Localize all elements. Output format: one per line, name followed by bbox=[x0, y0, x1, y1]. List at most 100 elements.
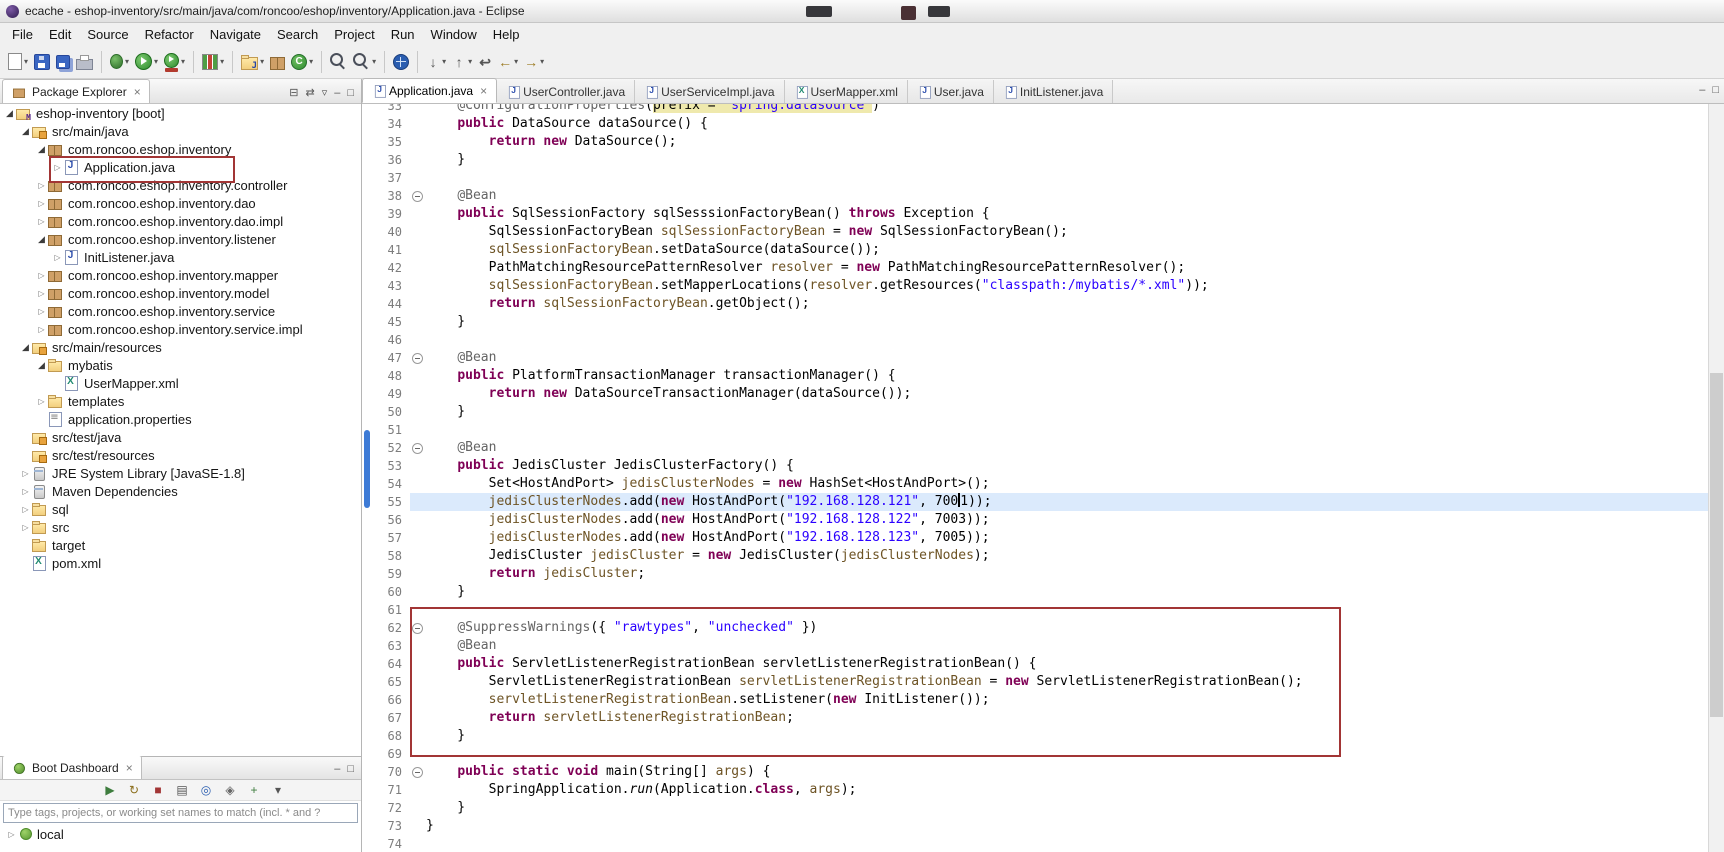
code-line[interactable]: 42 PathMatchingResourcePatternResolver r… bbox=[370, 259, 1709, 277]
maximize-view-icon[interactable]: □ bbox=[347, 87, 354, 99]
scrollbar-thumb[interactable] bbox=[1710, 373, 1723, 718]
add-launch-button[interactable]: + bbox=[244, 781, 264, 799]
twistie-icon[interactable]: ▷ bbox=[36, 289, 47, 298]
minimize-editor-icon[interactable]: – bbox=[1699, 84, 1705, 96]
code-line[interactable]: 74 bbox=[370, 835, 1709, 852]
tree-item-src-test-resources[interactable]: src/test/resources bbox=[0, 446, 361, 464]
menu-help[interactable]: Help bbox=[485, 25, 528, 44]
tab-application-java[interactable]: Application.java × bbox=[362, 78, 498, 103]
code-line[interactable]: 40 SqlSessionFactoryBean sqlSessionFacto… bbox=[370, 223, 1709, 241]
filter-tags-button[interactable]: ◈ bbox=[220, 781, 240, 799]
package-explorer-tab[interactable]: Package Explorer × bbox=[2, 79, 150, 103]
tab-userserviceimpl-java[interactable]: UserServiceImpl.java bbox=[635, 80, 785, 103]
twistie-icon[interactable]: ◢ bbox=[4, 108, 15, 119]
link-with-editor-icon[interactable]: ⇄ bbox=[305, 86, 314, 99]
tree-item-application-properties[interactable]: application.properties bbox=[0, 410, 361, 428]
tree-item-com-roncoo-eshop-inventory-controller[interactable]: ▷ com.roncoo.eshop.inventory.controller bbox=[0, 176, 361, 194]
editor-scrollbar[interactable] bbox=[1708, 104, 1724, 852]
run-external-tools-button[interactable]: ▾ bbox=[161, 49, 188, 75]
close-view-icon[interactable]: × bbox=[126, 761, 133, 775]
code-line[interactable]: 34 public DataSource dataSource() { bbox=[370, 115, 1709, 133]
tree-item-com-roncoo-eshop-inventory-dao[interactable]: ▷ com.roncoo.eshop.inventory.dao bbox=[0, 194, 361, 212]
minimize-view-icon[interactable]: – bbox=[334, 763, 340, 775]
tree-item-src-test-java[interactable]: src/test/java bbox=[0, 428, 361, 446]
window-control-blob[interactable] bbox=[806, 6, 832, 17]
tree-item-initlistener-java[interactable]: ▷ InitListener.java bbox=[0, 248, 361, 266]
code-line[interactable]: 46 bbox=[370, 331, 1709, 349]
stop-button[interactable]: ■ bbox=[148, 781, 168, 799]
open-browser-button[interactable]: ◎ bbox=[196, 781, 216, 799]
save-all-button[interactable] bbox=[53, 49, 73, 75]
tree-item-application-java[interactable]: ▷ Application.java bbox=[0, 158, 361, 176]
code-line[interactable]: 35 return new DataSource(); bbox=[370, 133, 1709, 151]
code-line[interactable]: 48 public PlatformTransactionManager tra… bbox=[370, 367, 1709, 385]
tree-item-pom-xml[interactable]: pom.xml bbox=[0, 554, 361, 572]
code-line[interactable]: 58 JedisCluster jedisCluster = new Jedis… bbox=[370, 547, 1709, 565]
next-annotation-button[interactable]: ↓ ▾ bbox=[423, 49, 449, 75]
tab-usercontroller-java[interactable]: UserController.java bbox=[497, 80, 636, 103]
code-line[interactable]: 53 public JedisCluster JedisClusterFacto… bbox=[370, 457, 1709, 475]
new-java-project-button[interactable]: ▾ bbox=[238, 49, 267, 75]
view-menu-icon[interactable]: ▿ bbox=[322, 86, 328, 99]
code-line[interactable]: 56 jedisClusterNodes.add(new HostAndPort… bbox=[370, 511, 1709, 529]
menu-navigate[interactable]: Navigate bbox=[202, 25, 269, 44]
start-button[interactable]: ▶ bbox=[100, 781, 120, 799]
code-editor[interactable]: 33 @ConfigurationProperties(prefix = "sp… bbox=[362, 104, 1724, 852]
code-line[interactable]: 38 @Bean bbox=[370, 187, 1709, 205]
view-menu-button[interactable]: ▾ bbox=[268, 781, 288, 799]
boot-dashboard-tab[interactable]: Boot Dashboard × bbox=[2, 755, 142, 779]
menu-project[interactable]: Project bbox=[326, 25, 382, 44]
tree-item-mybatis[interactable]: ◢ mybatis bbox=[0, 356, 361, 374]
tree-item-eshop-inventory-boot[interactable]: ◢ eshop-inventory [boot] bbox=[0, 104, 361, 123]
code-line[interactable]: 72 } bbox=[370, 799, 1709, 817]
menu-file[interactable]: File bbox=[4, 25, 41, 44]
collapse-all-icon[interactable]: ⊟ bbox=[289, 86, 298, 99]
code-line[interactable]: 71 SpringApplication.run(Application.cla… bbox=[370, 781, 1709, 799]
twistie-icon[interactable]: ◢ bbox=[20, 342, 31, 353]
code-line[interactable]: 70 public static void main(String[] args… bbox=[370, 763, 1709, 781]
restart-button[interactable]: ↻ bbox=[124, 781, 144, 799]
boot-filter-input[interactable] bbox=[3, 803, 358, 823]
twistie-icon[interactable]: ▷ bbox=[36, 397, 47, 406]
back-button[interactable]: ← ▾ bbox=[495, 49, 521, 75]
tree-item-com-roncoo-eshop-inventory-service-impl[interactable]: ▷ com.roncoo.eshop.inventory.service.impl bbox=[0, 320, 361, 338]
tab-usermapper-xml[interactable]: UserMapper.xml bbox=[784, 80, 908, 103]
code-line[interactable]: 43 sqlSessionFactoryBean.setMapperLocati… bbox=[370, 277, 1709, 295]
collapse-icon[interactable] bbox=[412, 767, 423, 778]
twistie-icon[interactable]: ◢ bbox=[36, 144, 47, 155]
twistie-icon[interactable]: ▷ bbox=[36, 217, 47, 226]
tree-item-src[interactable]: ▷ src bbox=[0, 518, 361, 536]
twistie-icon[interactable]: ▷ bbox=[36, 307, 47, 316]
code-line[interactable]: 49 return new DataSourceTransactionManag… bbox=[370, 385, 1709, 403]
menu-refactor[interactable]: Refactor bbox=[137, 25, 202, 44]
run-button[interactable]: ▾ bbox=[132, 49, 161, 75]
code-line[interactable]: 52 @Bean bbox=[370, 439, 1709, 457]
menu-window[interactable]: Window bbox=[423, 25, 485, 44]
maximize-editor-icon[interactable]: □ bbox=[1712, 84, 1719, 96]
code-line[interactable]: 44 return sqlSessionFactoryBean.getObjec… bbox=[370, 295, 1709, 313]
open-type-button[interactable] bbox=[327, 49, 350, 75]
twistie-icon[interactable]: ▷ bbox=[36, 271, 47, 280]
twistie-icon[interactable]: ▷ bbox=[52, 253, 63, 262]
code-line[interactable]: 54 Set<HostAndPort> jedisClusterNodes = … bbox=[370, 475, 1709, 493]
code-line[interactable]: 39 public SqlSessionFactory sqlSesssionF… bbox=[370, 205, 1709, 223]
tree-item-com-roncoo-eshop-inventory-mapper[interactable]: ▷ com.roncoo.eshop.inventory.mapper bbox=[0, 266, 361, 284]
twistie-icon[interactable]: ▷ bbox=[20, 487, 31, 496]
print-button[interactable] bbox=[73, 49, 96, 75]
last-edit-location-button[interactable]: ↩ bbox=[475, 49, 495, 75]
maximize-view-icon[interactable]: □ bbox=[347, 763, 354, 775]
tree-item-com-roncoo-eshop-inventory-listener[interactable]: ◢ com.roncoo.eshop.inventory.listener bbox=[0, 230, 361, 248]
new-button[interactable]: ▾ bbox=[5, 49, 31, 75]
open-web-browser-button[interactable] bbox=[390, 49, 412, 75]
boot-item-local[interactable]: ▷ local bbox=[0, 825, 361, 843]
code-line[interactable]: 55 jedisClusterNodes.add(new HostAndPort… bbox=[370, 493, 1709, 511]
code-line[interactable]: 47 @Bean bbox=[370, 349, 1709, 367]
twistie-icon[interactable]: ◢ bbox=[20, 126, 31, 137]
code-line[interactable]: 63 @Bean bbox=[370, 637, 1709, 655]
menu-source[interactable]: Source bbox=[79, 25, 136, 44]
code-line[interactable]: 45 } bbox=[370, 313, 1709, 331]
code-line[interactable]: 73} bbox=[370, 817, 1709, 835]
tree-item-templates[interactable]: ▷ templates bbox=[0, 392, 361, 410]
minimize-view-icon[interactable]: – bbox=[334, 87, 340, 99]
twistie-icon[interactable]: ▷ bbox=[36, 199, 47, 208]
